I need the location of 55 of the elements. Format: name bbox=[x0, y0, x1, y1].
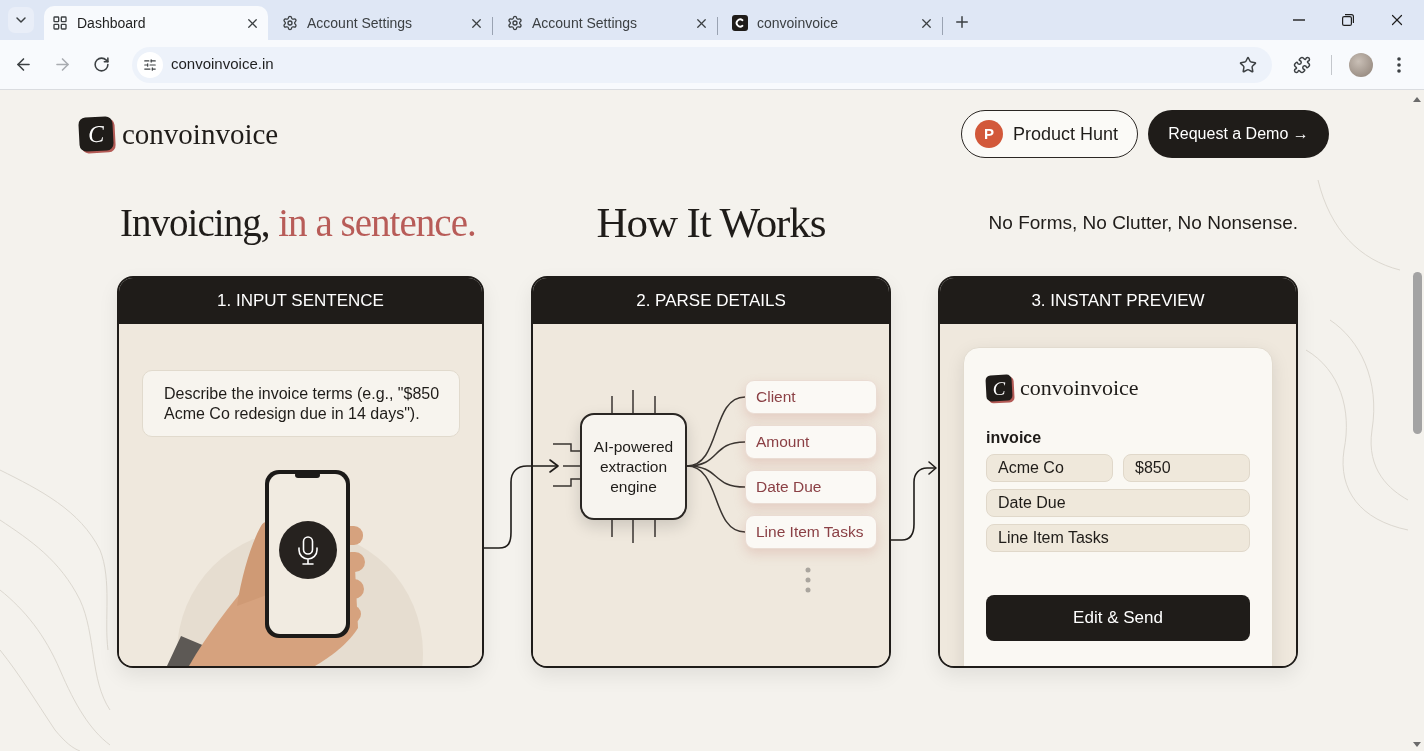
edit-send-button[interactable]: Edit & Send bbox=[986, 595, 1250, 641]
slogan: No Forms, No Clutter, No Nonsense. bbox=[988, 212, 1298, 232]
logo-mark: C bbox=[78, 116, 114, 152]
sentence-input-field[interactable]: Describe the invoice terms (e.g., "$850 Acme Co redesign due in 14 days"). bbox=[142, 370, 460, 437]
product-hunt-button[interactable]: P Product Hunt bbox=[961, 110, 1138, 158]
browser-tab[interactable]: Account Settings bbox=[268, 6, 492, 40]
grid-icon bbox=[52, 15, 68, 31]
minimize-icon bbox=[1293, 19, 1305, 21]
tab-title: Account Settings bbox=[532, 13, 639, 33]
card-header: 3. INSTANT PREVIEW bbox=[940, 278, 1296, 324]
invoice-field[interactable]: Line Item Tasks bbox=[986, 524, 1250, 552]
tab-search-button[interactable] bbox=[8, 7, 34, 33]
sliders-icon bbox=[143, 57, 157, 72]
puzzle-icon bbox=[1293, 55, 1311, 74]
field-chip: Line Item Tasks bbox=[745, 515, 877, 549]
invoice-field[interactable]: Acme Co bbox=[986, 454, 1113, 482]
plus-icon bbox=[953, 13, 971, 31]
microphone-icon bbox=[279, 521, 337, 579]
card-header: 1. INPUT SENTENCE bbox=[119, 278, 482, 324]
tab-title: Dashboard bbox=[77, 13, 147, 33]
logo-favicon-icon bbox=[732, 15, 748, 31]
vertical-ellipsis-icon bbox=[805, 567, 811, 593]
field-chip: Date Due bbox=[745, 470, 877, 504]
menu-icon bbox=[1397, 56, 1401, 73]
logo-mark: C bbox=[985, 374, 1013, 402]
card-header: 2. PARSE DETAILS bbox=[533, 278, 889, 324]
profile-avatar[interactable] bbox=[1349, 52, 1373, 77]
browser-tab[interactable]: Dashboard bbox=[44, 6, 268, 40]
site-info-button[interactable] bbox=[137, 51, 163, 78]
restore-icon bbox=[1342, 14, 1354, 26]
field-chip: Client bbox=[745, 380, 877, 414]
field-chip: Amount bbox=[745, 425, 877, 459]
scroll-down-arrow-icon[interactable] bbox=[1413, 742, 1421, 747]
scrollbar-thumb[interactable] bbox=[1412, 272, 1422, 434]
settings-icon bbox=[507, 15, 523, 31]
settings-icon bbox=[282, 15, 298, 31]
request-demo-button[interactable]: Request a Demo → bbox=[1148, 110, 1329, 158]
invoice-heading: invoice bbox=[986, 428, 1043, 448]
letter-badge: P bbox=[975, 120, 1003, 148]
button-label: Product Hunt bbox=[1013, 122, 1119, 146]
invoice-field[interactable]: $850 bbox=[1123, 454, 1250, 482]
section-title: How It Works bbox=[596, 200, 826, 244]
address-bar[interactable]: convoinvoice.in bbox=[132, 46, 1272, 83]
engine-node: AI-powered extraction engine bbox=[580, 413, 687, 520]
browser-tab[interactable]: convoinvoice bbox=[718, 6, 942, 40]
url-text: convoinvoice.in bbox=[171, 54, 274, 75]
reload-icon bbox=[92, 56, 110, 73]
invoice-field[interactable]: Date Due bbox=[986, 489, 1250, 517]
logo-text: convoinvoice bbox=[1020, 377, 1139, 399]
star-icon bbox=[1239, 55, 1257, 74]
tab-title: Account Settings bbox=[307, 13, 414, 33]
browser-tab[interactable]: Account Settings bbox=[493, 6, 717, 40]
tab-title: convoinvoice bbox=[757, 13, 839, 33]
scroll-up-arrow-icon[interactable] bbox=[1413, 97, 1421, 102]
logo-text: convoinvoice bbox=[122, 119, 279, 149]
